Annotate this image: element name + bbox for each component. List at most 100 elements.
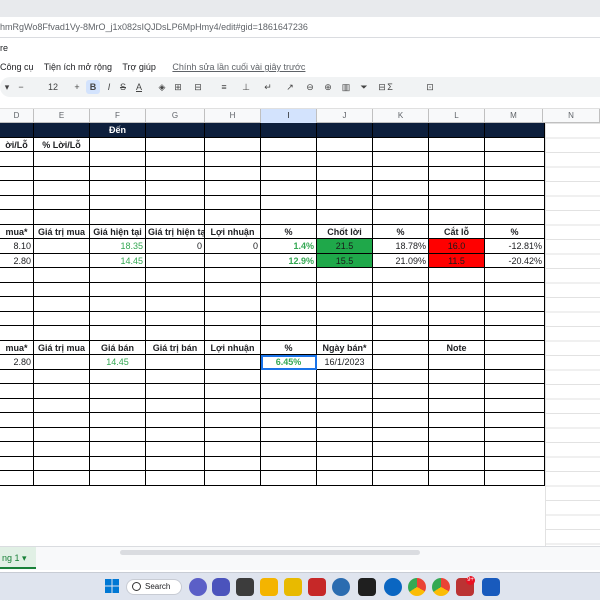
cell[interactable] (0, 297, 34, 312)
cell[interactable] (261, 181, 317, 196)
cell[interactable] (373, 181, 429, 196)
cell[interactable] (485, 210, 545, 225)
cell[interactable] (485, 384, 545, 399)
cell[interactable] (261, 326, 317, 341)
table3-header-cell[interactable] (485, 340, 545, 355)
col-header-i[interactable]: I (261, 109, 317, 123)
cell[interactable] (429, 442, 485, 457)
italic-button[interactable]: I (104, 77, 114, 97)
cell[interactable] (373, 442, 429, 457)
chrome-icon[interactable] (408, 578, 426, 596)
cell[interactable] (0, 311, 34, 326)
table2-header-cell[interactable]: Giá hiện tại (90, 224, 146, 239)
cell[interactable] (317, 282, 373, 297)
table2-cell[interactable]: 16.0 (429, 239, 485, 254)
cell[interactable] (90, 311, 146, 326)
table2-header-cell[interactable]: Cắt lỗ (429, 224, 485, 239)
cell[interactable] (485, 471, 545, 486)
table2-cell[interactable]: 1.4% (261, 239, 317, 254)
table3-header-cell[interactable]: mua* (0, 340, 34, 355)
col-header-d[interactable]: D (0, 109, 34, 123)
cell[interactable] (317, 326, 373, 341)
sheet-grid[interactable]: Đến ời/Lỗ% Lời/Lỗ mua* Giá trị mua Giá hiện … (0, 123, 600, 546)
cell[interactable] (90, 195, 146, 210)
cell[interactable] (34, 384, 90, 399)
cell[interactable] (429, 413, 485, 428)
table3-cell[interactable] (373, 355, 429, 370)
header-cell[interactable] (146, 123, 205, 138)
cell[interactable] (261, 282, 317, 297)
cell[interactable] (90, 442, 146, 457)
table2-cell[interactable]: 18.35 (90, 239, 146, 254)
cell[interactable] (373, 268, 429, 283)
cell[interactable] (205, 311, 261, 326)
table3-cell[interactable] (429, 355, 485, 370)
header-cell[interactable] (34, 123, 90, 138)
cell[interactable] (146, 210, 205, 225)
bold-button[interactable]: B (86, 80, 100, 94)
table3-cell[interactable] (205, 355, 261, 370)
cell[interactable] (317, 384, 373, 399)
menu-extensions[interactable]: Tiện ích mở rộng (44, 62, 112, 72)
text-rotate-icon[interactable]: ↗ (284, 77, 296, 97)
cell[interactable] (429, 297, 485, 312)
table2-cell[interactable] (146, 253, 205, 268)
cell[interactable] (485, 268, 545, 283)
functions-icon[interactable]: Σ (384, 77, 396, 97)
cell[interactable] (146, 297, 205, 312)
cell[interactable] (373, 398, 429, 413)
cell[interactable] (429, 137, 485, 152)
dropdown-arrow-icon[interactable]: ▾ (2, 77, 12, 97)
cell[interactable] (373, 427, 429, 442)
cell[interactable] (373, 137, 429, 152)
cell[interactable] (146, 181, 205, 196)
cell[interactable] (317, 181, 373, 196)
cell[interactable] (205, 326, 261, 341)
text-color-button[interactable]: A (134, 77, 144, 97)
cell[interactable] (261, 456, 317, 471)
windows-start-icon[interactable] (104, 578, 122, 596)
cell[interactable] (34, 471, 90, 486)
cell[interactable] (0, 166, 34, 181)
cell[interactable] (0, 195, 34, 210)
mcafee-icon[interactable] (308, 578, 326, 596)
cell[interactable] (429, 456, 485, 471)
cell[interactable] (317, 166, 373, 181)
cell[interactable] (146, 398, 205, 413)
cell[interactable] (261, 442, 317, 457)
cell[interactable] (261, 268, 317, 283)
cell[interactable] (205, 427, 261, 442)
cell[interactable] (317, 413, 373, 428)
cell[interactable] (485, 456, 545, 471)
cell[interactable] (34, 369, 90, 384)
cell[interactable] (146, 166, 205, 181)
table2-cell[interactable]: 18.78% (373, 239, 429, 254)
table3-header-cell[interactable]: Giá bán (90, 340, 146, 355)
cell[interactable] (317, 152, 373, 167)
cell[interactable] (485, 137, 545, 152)
table2-header-cell[interactable]: % (373, 224, 429, 239)
table2-cell[interactable]: 21.09% (373, 253, 429, 268)
cell[interactable] (317, 427, 373, 442)
cell[interactable] (261, 413, 317, 428)
cell[interactable] (205, 442, 261, 457)
cell[interactable] (485, 282, 545, 297)
cell[interactable] (146, 413, 205, 428)
cell[interactable] (90, 282, 146, 297)
selected-cell[interactable]: 6.45% (261, 355, 317, 370)
cell[interactable] (205, 471, 261, 486)
edge-icon[interactable] (332, 578, 350, 596)
chart-icon[interactable]: ▥ (340, 77, 352, 97)
cell[interactable] (146, 195, 205, 210)
table2-header-cell[interactable]: Chốt lời (317, 224, 373, 239)
cell[interactable] (0, 384, 34, 399)
cell[interactable] (261, 427, 317, 442)
table3-cell[interactable] (34, 355, 90, 370)
fill-color-icon[interactable]: ◈ (156, 77, 168, 97)
table3-cell[interactable]: 16/1/2023 (317, 355, 373, 370)
cell[interactable] (317, 442, 373, 457)
cell[interactable] (317, 369, 373, 384)
cell[interactable] (261, 210, 317, 225)
cell[interactable] (34, 398, 90, 413)
cell[interactable] (0, 326, 34, 341)
